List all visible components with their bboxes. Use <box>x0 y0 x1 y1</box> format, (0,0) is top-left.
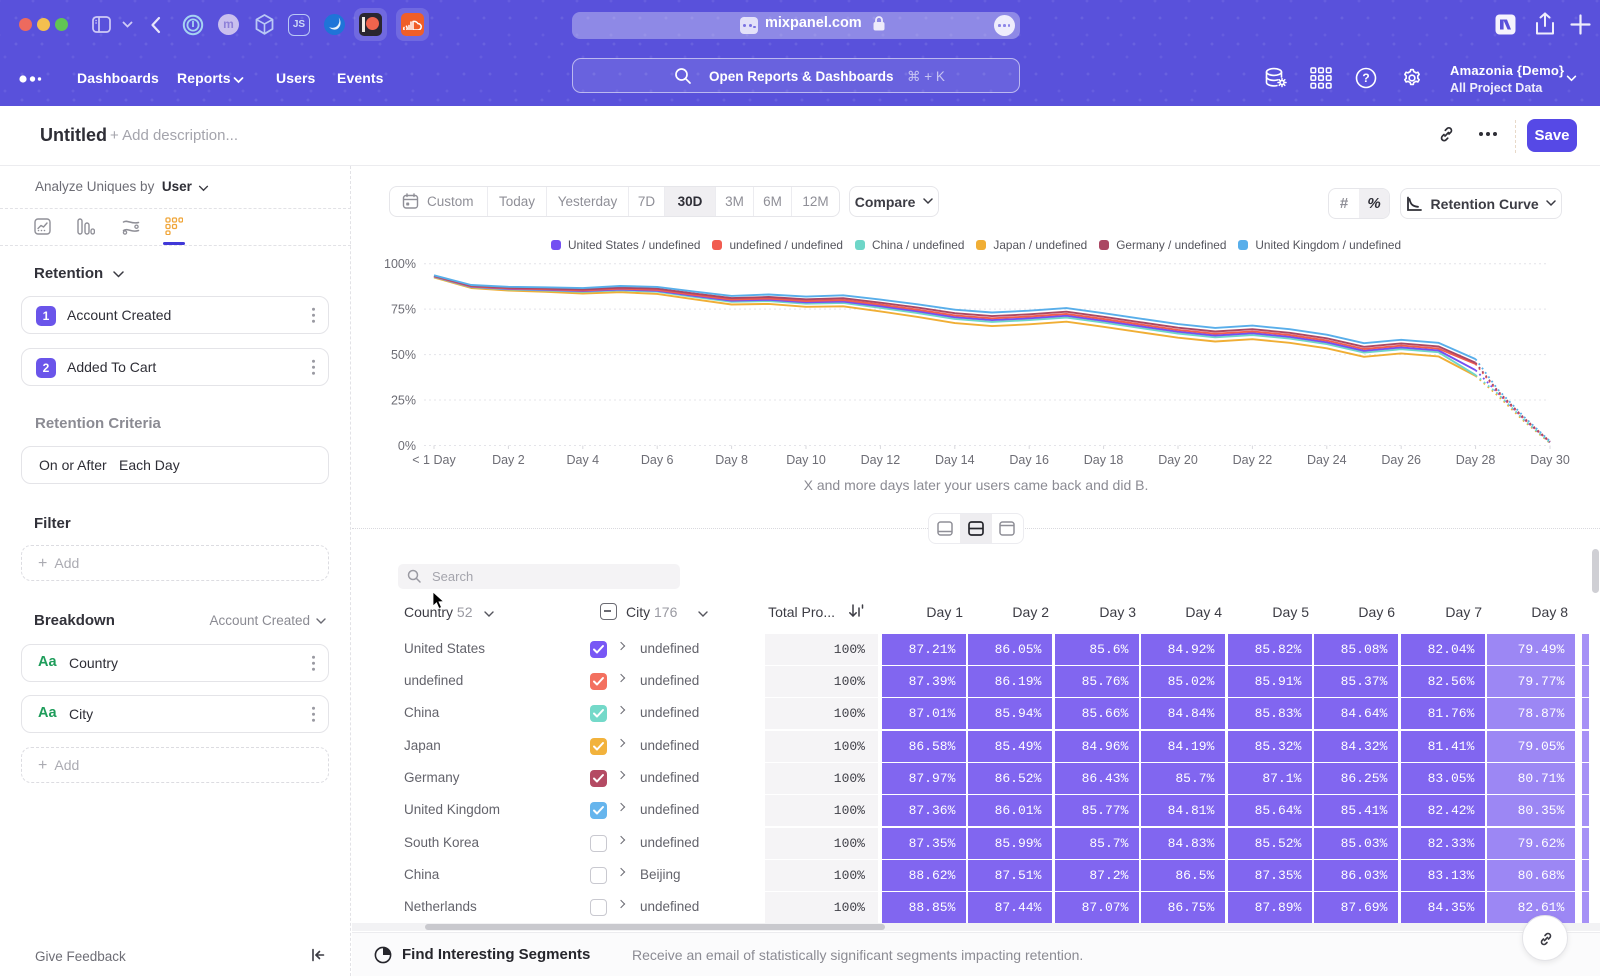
svg-text:Day 12: Day 12 <box>861 453 901 467</box>
svg-text:Day 10: Day 10 <box>786 453 826 467</box>
svg-text:Day 8: Day 8 <box>715 453 748 467</box>
svg-text:Day 26: Day 26 <box>1381 453 1421 467</box>
svg-text:Day 18: Day 18 <box>1084 453 1124 467</box>
svg-text:Day 2: Day 2 <box>492 453 525 467</box>
svg-text:50%: 50% <box>391 348 416 362</box>
svg-text:?: ? <box>1362 71 1369 85</box>
svg-text:Day 16: Day 16 <box>1009 453 1049 467</box>
svg-text:Day 6: Day 6 <box>641 453 674 467</box>
svg-text:Day 28: Day 28 <box>1456 453 1496 467</box>
svg-text:100%: 100% <box>384 257 416 271</box>
svg-text:0%: 0% <box>398 439 416 453</box>
svg-text:Day 22: Day 22 <box>1233 453 1273 467</box>
svg-text:25%: 25% <box>391 394 416 408</box>
svg-text:Day 20: Day 20 <box>1158 453 1198 467</box>
svg-text:< 1 Day: < 1 Day <box>412 453 456 467</box>
svg-text:Day 14: Day 14 <box>935 453 975 467</box>
svg-text:75%: 75% <box>391 303 416 317</box>
svg-text:Day 24: Day 24 <box>1307 453 1347 467</box>
svg-text:Day 4: Day 4 <box>566 453 599 467</box>
svg-text:Day 30: Day 30 <box>1530 453 1570 467</box>
